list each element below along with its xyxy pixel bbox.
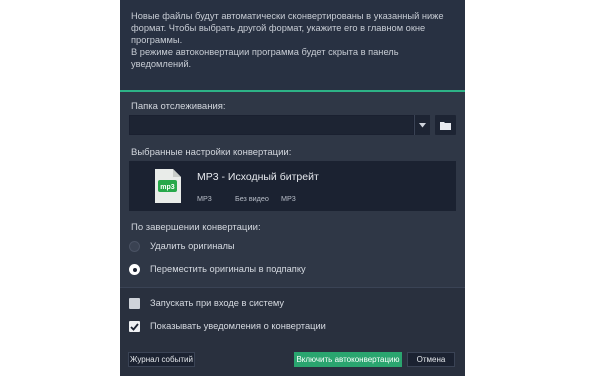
- folder-icon: [440, 121, 451, 130]
- watch-folder-input[interactable]: [129, 115, 414, 135]
- checkmark-icon: [130, 322, 139, 331]
- move-originals-label[interactable]: Переместить оригиналы в подпапку: [150, 264, 306, 274]
- preset-title: MP3 - Исходный битрейт: [197, 171, 319, 183]
- cancel-button[interactable]: Отмена: [407, 352, 455, 367]
- delete-originals-label[interactable]: Удалить оригиналы: [150, 241, 235, 251]
- chevron-down-icon: [419, 122, 426, 127]
- selected-preset[interactable]: mp3 MP3 - Исходный битрейт MP3 Без видео…: [129, 161, 456, 211]
- mp3-file-icon: mp3: [155, 169, 181, 203]
- radio-delete-originals[interactable]: [129, 241, 140, 252]
- radio-move-originals[interactable]: [129, 264, 140, 275]
- options-footer: Запускать при входе в систему Показывать…: [120, 287, 465, 376]
- watch-folder-row: [129, 115, 456, 135]
- preset-audio-format: MP3: [197, 194, 212, 203]
- checkbox-run-at-startup[interactable]: [129, 298, 140, 309]
- mp3-icon-label: mp3: [160, 184, 175, 191]
- info-text-tray: В режиме автоконвертации программа будет…: [131, 47, 399, 69]
- info-panel: Новые файлы будут автоматически сконверт…: [120, 0, 465, 92]
- checkbox-show-notifications[interactable]: [129, 321, 140, 332]
- preset-video-info: Без видео: [235, 194, 269, 203]
- show-notifications-label[interactable]: Показывать уведомления о конвертации: [150, 321, 326, 331]
- event-log-button[interactable]: Журнал событий: [128, 352, 195, 367]
- browse-folder-button[interactable]: [435, 115, 456, 135]
- enable-autoconvert-button[interactable]: Включить автоконвертацию: [294, 352, 402, 367]
- preset-label: Выбранные настройки конвертации:: [131, 147, 292, 158]
- autoconvert-dialog: Новые файлы будут автоматически сконверт…: [120, 0, 465, 376]
- info-text-formats: Новые файлы будут автоматически сконверт…: [131, 11, 444, 45]
- folder-dropdown-button[interactable]: [414, 115, 430, 135]
- after-conversion-label: По завершении конвертации:: [131, 222, 261, 233]
- watch-folder-label: Папка отслеживания:: [131, 101, 226, 112]
- run-at-startup-label[interactable]: Запускать при входе в систему: [150, 298, 284, 308]
- preset-codec: MP3: [281, 194, 296, 203]
